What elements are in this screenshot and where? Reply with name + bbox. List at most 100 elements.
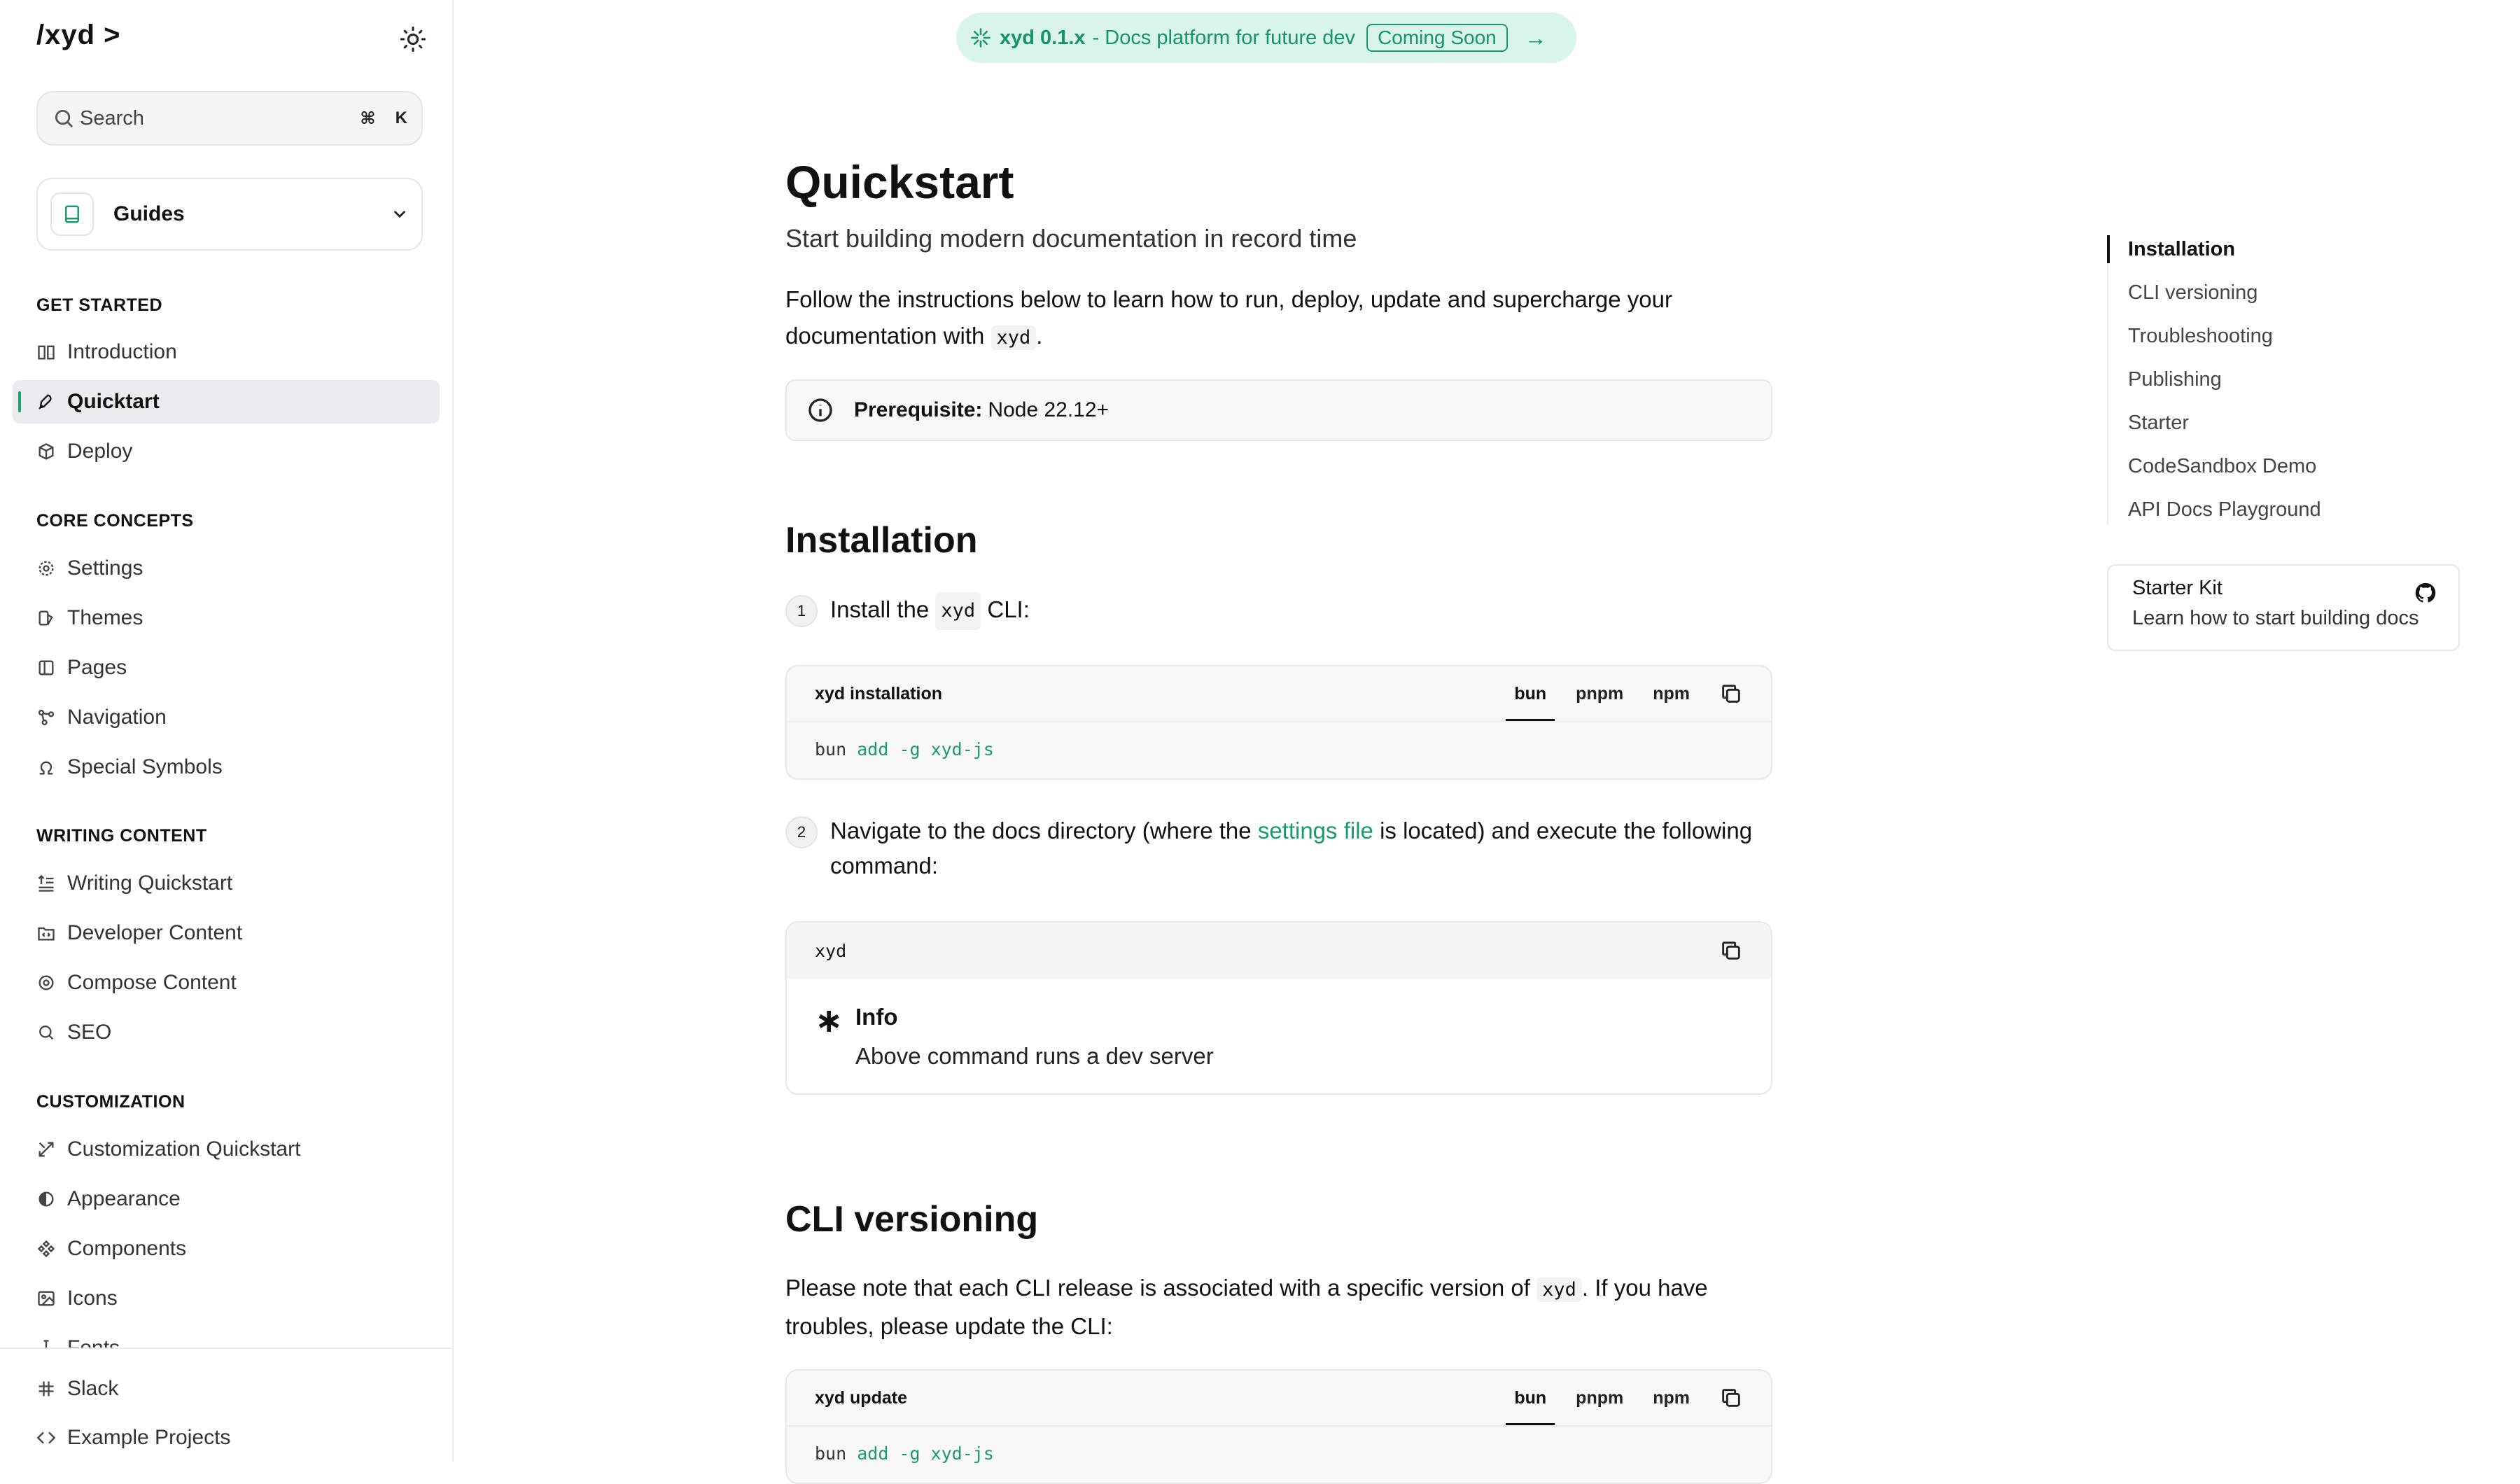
book-icon [50,192,94,236]
sidebar-item-example-projects[interactable]: Example Projects [13,1416,440,1460]
components-icon [37,1240,55,1258]
step-1: 1 Install the xyd CLI: [785,592,1030,630]
copy-icon[interactable] [1719,939,1743,962]
sidebar-item-label: Components [67,1237,187,1260]
tab-bun[interactable]: bun [1506,1371,1555,1425]
prereq-value: Node 22.12+ [988,398,1110,421]
section-title: CUSTOMIZATION [36,1092,186,1112]
omega-icon [39,761,53,775]
step-text: Install the [830,596,930,622]
text-icon [38,874,54,892]
sidebar-item-special-symbols[interactable]: Special Symbols [13,746,440,789]
logo[interactable]: /xyd > [36,20,121,51]
copy-icon[interactable] [1719,682,1743,706]
sidebar-item-seo[interactable]: SEO [13,1011,440,1054]
versioning-paragraph: Please note that each CLI release is ass… [785,1270,1779,1345]
banner-version: xyd 0.1.x [1000,26,1086,49]
page-title: Quickstart [785,156,1014,208]
code-block-header: xyd update bun pnpm npm [787,1371,1771,1427]
info-icon [808,398,832,422]
sidebar-item-label: Special Symbols [67,755,223,778]
section-title: WRITING CONTENT [36,826,207,846]
sidebar-item-introduction[interactable]: Introduction [13,330,440,374]
code-args: add -g xyd-js [857,739,994,760]
slack-icon [38,1381,54,1396]
sidebar-item-fonts[interactable]: Fonts [13,1326,440,1348]
code-command[interactable]: xyd [815,941,1719,961]
starter-kit-card[interactable]: Starter Kit Learn how to start building … [2107,564,2460,651]
section-switcher[interactable]: Guides [36,178,423,251]
sidebar-item-label: Introduction [67,340,177,363]
sidebar-item-label: Icons [67,1287,118,1310]
toc-item-api-docs-playground[interactable]: API Docs Playground [2128,498,2321,522]
toc-item-codesandbox-demo[interactable]: CodeSandbox Demo [2128,455,2316,478]
rocket-icon [38,394,52,410]
book-open-icon [38,345,55,360]
sun-icon[interactable] [399,25,427,53]
sidebar-item-pages[interactable]: Pages [13,646,440,690]
toc-item-cli-versioning[interactable]: CLI versioning [2128,281,2258,304]
code-block-header: xyd installation bun pnpm npm [787,666,1771,722]
sidebar-item-quicktart[interactable]: Quicktart [13,380,440,424]
palette-icon [38,610,53,626]
sidebar-item-components[interactable]: Components [13,1227,440,1270]
sidebar-item-deploy[interactable]: Deploy [13,430,440,473]
sidebar-item-label: SEO [67,1021,112,1044]
sidebar-item-navigation[interactable]: Navigation [13,696,440,739]
github-icon [2415,582,2436,603]
code-block-header: xyd [787,923,1771,979]
cube-icon [38,443,54,460]
tab-pnpm[interactable]: pnpm [1576,666,1623,721]
code-content[interactable]: bun add -g xyd-js [787,1427,1771,1480]
code-args: add -g xyd-js [857,1443,994,1464]
sidebar-footer: Slack Example Projects [0,1348,452,1463]
toc-item-starter[interactable]: Starter [2128,412,2189,435]
step-text-wrap: Navigate to the docs directory (where th… [830,813,1779,883]
shortcut-key: K [395,108,407,127]
sidebar-item-themes[interactable]: Themes [13,596,440,640]
heading-cli-versioning: CLI versioning [785,1199,1039,1240]
code-content[interactable]: bun add -g xyd-js [787,722,1771,776]
sidebar-item-compose-content[interactable]: Compose Content [13,961,440,1004]
step-number: 2 [785,816,818,848]
search-placeholder: Search [80,106,144,130]
sidebar-item-label: Example Projects [67,1426,231,1449]
tab-bun[interactable]: bun [1506,666,1555,721]
tab-pnpm[interactable]: pnpm [1576,1371,1623,1425]
toc-item-installation[interactable]: Installation [2106,235,2235,263]
prereq-label: Prerequisite: [854,398,983,421]
tab-npm[interactable]: npm [1653,1371,1690,1425]
coming-soon-badge: Coming Soon [1366,24,1508,52]
sidebar-item-writing-quickstart[interactable]: Writing Quickstart [13,862,440,905]
sidebar-item-developer-content[interactable]: Developer Content [13,911,440,955]
toc-item-publishing[interactable]: Publishing [2128,368,2222,391]
info-text: Above command runs a dev server [855,1043,1214,1069]
sparkle-icon [971,28,990,48]
sidebar-item-label: Developer Content [67,921,243,944]
sidebar-item-icons[interactable]: Icons [13,1277,440,1320]
sidebar-item-appearance[interactable]: Appearance [13,1177,440,1221]
step-2: 2 Navigate to the docs directory (where … [785,813,1779,883]
code-block-run: xyd ∗ Info Above command runs a dev serv… [785,921,1772,1095]
sidebar-item-label: Fonts [67,1336,120,1348]
announcement-banner[interactable]: xyd 0.1.x - Docs platform for future dev… [956,13,1576,63]
sidebar-item-settings[interactable]: Settings [13,547,440,590]
image-icon [38,1291,55,1306]
settings-file-link[interactable]: settings file [1258,818,1373,844]
search-icon [39,1026,54,1040]
step-text: Navigate to the docs directory (where th… [830,818,1252,844]
sidebar-item-label: Navigation [67,706,167,729]
sidebar-item-label: Themes [67,606,144,629]
copy-icon[interactable] [1719,1386,1743,1410]
sidebar-item-customization-quickstart[interactable]: Customization Quickstart [13,1128,440,1171]
sidebar-item-slack[interactable]: Slack [13,1367,440,1410]
section-title: CORE CONCEPTS [36,511,194,531]
code-icon [36,1432,56,1444]
switcher-label: Guides [113,202,185,225]
inline-code: xyd [935,592,981,630]
search-input[interactable]: Search ⌘ K [36,91,423,146]
inline-code: xyd [990,326,1037,350]
toc-item-troubleshooting[interactable]: Troubleshooting [2128,325,2273,348]
shortcut-mod: ⌘ [360,108,376,128]
tab-npm[interactable]: npm [1653,666,1690,721]
